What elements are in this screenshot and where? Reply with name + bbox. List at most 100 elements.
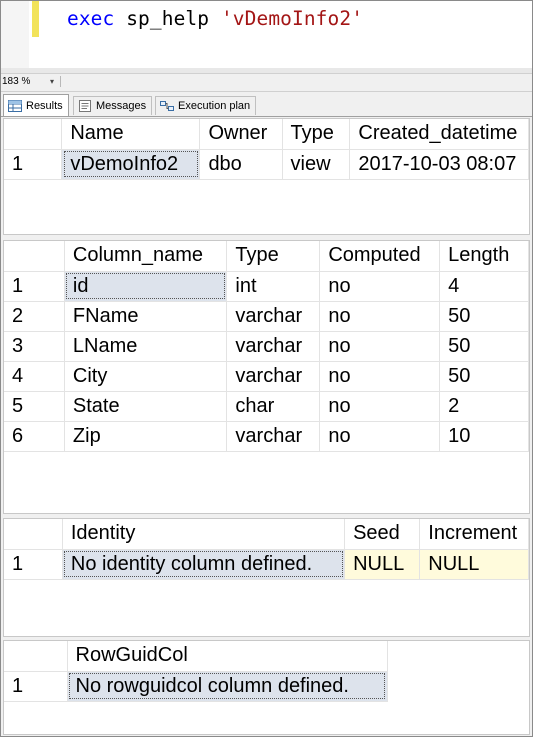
column-header[interactable]: RowGuidCol xyxy=(67,641,388,672)
proc-name: sp_help xyxy=(126,7,210,30)
column-header[interactable]: Type xyxy=(226,241,321,272)
table-cell[interactable]: varchar xyxy=(226,361,321,392)
table-cell[interactable]: FName xyxy=(64,301,228,332)
table-cell[interactable]: State xyxy=(64,391,228,422)
corner-cell[interactable] xyxy=(4,641,68,672)
column-header[interactable]: Name xyxy=(61,119,201,150)
result-grid-identity[interactable]: Identity Seed Increment 1 No identity co… xyxy=(3,518,530,637)
column-header[interactable]: Identity xyxy=(62,519,346,550)
table-row: 6 Zip varchar no 10 xyxy=(4,421,529,452)
column-header[interactable]: Created_datetime xyxy=(349,119,529,150)
table-cell[interactable]: No rowguidcol column defined. xyxy=(67,671,388,702)
table-cell[interactable]: varchar xyxy=(226,301,321,332)
column-header[interactable]: Increment xyxy=(419,519,529,550)
columns-table: Column_name Type Computed Length 1 id in… xyxy=(4,241,529,452)
table-cell[interactable]: no xyxy=(319,331,441,362)
column-header[interactable]: Seed xyxy=(344,519,421,550)
table-cell[interactable]: id xyxy=(64,271,228,302)
row-number[interactable]: 5 xyxy=(4,391,65,422)
table-cell[interactable]: 2 xyxy=(439,391,529,422)
horizontal-scrollbar[interactable] xyxy=(63,77,529,86)
query-line[interactable]: exec sp_help 'vDemoInfo2' xyxy=(67,7,363,30)
identity-table: Identity Seed Increment 1 No identity co… xyxy=(4,519,529,580)
table-cell[interactable]: 4 xyxy=(439,271,529,302)
tab-messages[interactable]: Messages xyxy=(73,96,153,115)
table-row: 5 State char no 2 xyxy=(4,391,529,422)
tab-execution-plan[interactable]: Execution plan xyxy=(155,96,257,115)
table-cell[interactable]: no xyxy=(319,271,441,302)
zoom-level[interactable]: 183 % xyxy=(1,74,30,89)
table-row: 1 No identity column defined. NULL NULL xyxy=(4,549,529,580)
table-cell[interactable]: 50 xyxy=(439,361,529,392)
execution-plan-icon xyxy=(160,100,174,112)
table-header-row: Identity Seed Increment xyxy=(4,519,529,550)
table-cell[interactable]: no xyxy=(319,421,441,452)
table-cell[interactable]: dbo xyxy=(199,149,283,180)
result-tabs: Results Messages Execution plan xyxy=(1,92,532,117)
row-number[interactable]: 3 xyxy=(4,331,65,362)
result-grid-object[interactable]: Name Owner Type Created_datetime 1 vDemo… xyxy=(3,118,530,235)
ssms-window: exec sp_help 'vDemoInfo2' 183 % ▾ Result… xyxy=(0,0,533,737)
row-number[interactable]: 1 xyxy=(4,549,63,580)
table-cell[interactable]: 10 xyxy=(439,421,529,452)
results-pane: Name Owner Type Created_datetime 1 vDemo… xyxy=(1,117,532,736)
column-header[interactable]: Computed xyxy=(319,241,441,272)
row-number[interactable]: 2 xyxy=(4,301,65,332)
table-cell[interactable]: LName xyxy=(64,331,228,362)
row-number[interactable]: 6 xyxy=(4,421,65,452)
table-cell[interactable]: City xyxy=(64,361,228,392)
corner-cell[interactable] xyxy=(4,119,63,150)
row-number[interactable]: 1 xyxy=(4,671,68,702)
rowguidcol-table: RowGuidCol 1 No rowguidcol column define… xyxy=(4,641,388,702)
table-cell[interactable]: int xyxy=(226,271,321,302)
exec-keyword: exec xyxy=(67,7,115,30)
null-cell[interactable]: NULL xyxy=(419,549,529,580)
table-cell[interactable]: varchar xyxy=(226,421,321,452)
column-header[interactable]: Type xyxy=(282,119,351,150)
table-row: 2 FName varchar no 50 xyxy=(4,301,529,332)
null-cell[interactable]: NULL xyxy=(344,549,421,580)
corner-cell[interactable] xyxy=(4,241,65,272)
table-cell[interactable]: view xyxy=(282,149,351,180)
query-editor[interactable]: exec sp_help 'vDemoInfo2' xyxy=(1,1,532,73)
table-cell[interactable]: Zip xyxy=(64,421,228,452)
table-cell[interactable]: 2017-10-03 08:07 xyxy=(349,149,529,180)
column-header[interactable]: Owner xyxy=(199,119,283,150)
row-number[interactable]: 1 xyxy=(4,149,63,180)
proc-argument: 'vDemoInfo2' xyxy=(220,7,364,30)
result-grid-columns[interactable]: Column_name Type Computed Length 1 id in… xyxy=(3,240,530,514)
tab-messages-label: Messages xyxy=(96,100,147,112)
tab-results-label: Results xyxy=(26,99,63,112)
table-cell[interactable]: no xyxy=(319,301,441,332)
zoom-dropdown-icon[interactable]: ▾ xyxy=(47,74,57,89)
zoom-bar: 183 % ▾ xyxy=(1,73,532,92)
corner-cell[interactable] xyxy=(4,519,63,550)
tab-results[interactable]: Results xyxy=(3,94,69,116)
tab-execution-plan-label: Execution plan xyxy=(178,100,251,112)
table-cell[interactable]: char xyxy=(226,391,321,422)
change-tracking-bar xyxy=(32,1,39,37)
table-cell[interactable]: no xyxy=(319,391,441,422)
table-header-row: Name Owner Type Created_datetime xyxy=(4,119,529,150)
table-cell[interactable]: varchar xyxy=(226,331,321,362)
editor-gutter xyxy=(1,1,29,73)
table-row: 4 City varchar no 50 xyxy=(4,361,529,392)
row-number[interactable]: 1 xyxy=(4,271,65,302)
table-cell[interactable]: 50 xyxy=(439,301,529,332)
result-grid-rowguidcol[interactable]: RowGuidCol 1 No rowguidcol column define… xyxy=(3,640,530,735)
message-icon xyxy=(78,100,92,112)
grid-icon xyxy=(8,99,22,112)
object-table: Name Owner Type Created_datetime 1 vDemo… xyxy=(4,119,529,180)
column-header[interactable]: Column_name xyxy=(64,241,228,272)
table-row: 3 LName varchar no 50 xyxy=(4,331,529,362)
table-cell[interactable]: 50 xyxy=(439,331,529,362)
table-row: 1 No rowguidcol column defined. xyxy=(4,671,388,702)
row-number[interactable]: 4 xyxy=(4,361,65,392)
table-cell[interactable]: No identity column defined. xyxy=(62,549,346,580)
table-row: 1 vDemoInfo2 dbo view 2017-10-03 08:07 xyxy=(4,149,529,180)
column-header[interactable]: Length xyxy=(439,241,529,272)
table-row: 1 id int no 4 xyxy=(4,271,529,302)
table-cell[interactable]: no xyxy=(319,361,441,392)
divider xyxy=(60,76,61,87)
table-cell[interactable]: vDemoInfo2 xyxy=(61,149,201,180)
